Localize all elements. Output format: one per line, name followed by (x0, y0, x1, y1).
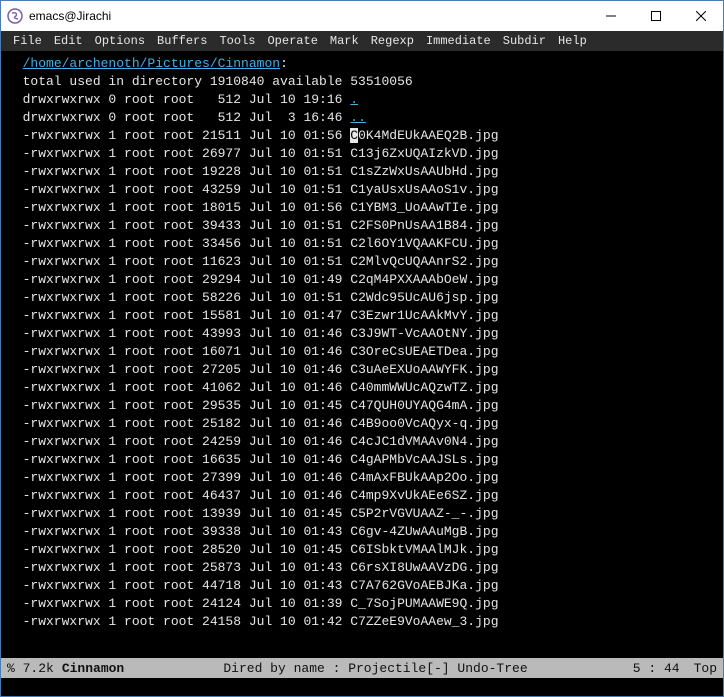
menu-file[interactable]: File (7, 33, 48, 49)
minibuffer[interactable] (1, 678, 723, 696)
menu-options[interactable]: Options (89, 33, 151, 49)
dired-file-name[interactable]: C6gv-4ZUwAAuMgB.jpg (350, 524, 498, 539)
emacs-window: emacs@Jirachi FileEditOptionsBuffersTool… (0, 0, 724, 697)
menu-mark[interactable]: Mark (324, 33, 365, 49)
dired-file-name[interactable]: C_7SojPUMAAWE9Q.jpg (350, 596, 498, 611)
dired-file-name[interactable]: C4B9oo0VcAQyx-q.jpg (350, 416, 498, 431)
dired-file-row[interactable]: -rwxrwxrwx 1 root root 21511 Jul 10 01:5… (7, 127, 717, 145)
dired-file-name[interactable]: C2MlvQcUQAAnrS2.jpg (350, 254, 498, 269)
dired-path[interactable]: /home/archenoth/Pictures/Cinnamon (23, 56, 280, 71)
maximize-button[interactable] (633, 1, 678, 31)
dired-file-row[interactable]: -rwxrwxrwx 1 root root 27399 Jul 10 01:4… (7, 469, 717, 487)
menu-tools[interactable]: Tools (213, 33, 261, 49)
menu-help[interactable]: Help (552, 33, 593, 49)
dired-file-name[interactable]: C5P2rVGVUAAZ-_-.jpg (350, 506, 498, 521)
dired-file-row[interactable]: -rwxrwxrwx 1 root root 13939 Jul 10 01:4… (7, 505, 717, 523)
menu-edit[interactable]: Edit (48, 33, 89, 49)
dired-cursor: C (350, 128, 358, 143)
dired-file-row[interactable]: -rwxrwxrwx 1 root root 24124 Jul 10 01:3… (7, 595, 717, 613)
dired-file-name[interactable]: C40mmWWUcAQzwTZ.jpg (350, 380, 498, 395)
dired-file-row[interactable]: -rwxrwxrwx 1 root root 43259 Jul 10 01:5… (7, 181, 717, 199)
dired-file-name[interactable]: C2Wdc95UcAU6jsp.jpg (350, 290, 498, 305)
dired-file-row[interactable]: -rwxrwxrwx 1 root root 16071 Jul 10 01:4… (7, 343, 717, 361)
dired-file-name[interactable]: 0K4MdEUkAAEQ2B.jpg (358, 128, 498, 143)
dired-file-name[interactable]: C6ISbktVMAAlMJk.jpg (350, 542, 498, 557)
dired-file-name[interactable]: C6rsXI8UwAAVzDG.jpg (350, 560, 498, 575)
modeline-buffer-name: Cinnamon (62, 661, 124, 676)
dired-file-row[interactable]: -rwxrwxrwx 1 root root 39338 Jul 10 01:4… (7, 523, 717, 541)
dired-file-row[interactable]: -rwxrwxrwx 1 root root 33456 Jul 10 01:5… (7, 235, 717, 253)
modeline[interactable]: % 7.2k Cinnamon Dired by name : Projecti… (1, 658, 723, 678)
dired-file-row[interactable]: -rwxrwxrwx 1 root root 18015 Jul 10 01:5… (7, 199, 717, 217)
dired-file-name[interactable]: C3OreCsUEAETDea.jpg (350, 344, 498, 359)
modeline-modes: Dired by name : Projectile[-] Undo-Tree (132, 661, 619, 676)
emacs-app-icon (7, 8, 23, 24)
dired-file-name[interactable]: C4cJC1dVMAAv0N4.jpg (350, 434, 498, 449)
dired-file-name[interactable]: C1yaUsxUsAAoS1v.jpg (350, 182, 498, 197)
dired-file-name[interactable]: C4gAPMbVcAAJSLs.jpg (350, 452, 498, 467)
minimize-button[interactable] (588, 1, 633, 31)
dired-file-name[interactable]: C3uAeEXUoAAWYFK.jpg (350, 362, 498, 377)
dired-file-row[interactable]: -rwxrwxrwx 1 root root 24259 Jul 10 01:4… (7, 433, 717, 451)
titlebar[interactable]: emacs@Jirachi (1, 1, 723, 31)
dired-file-row[interactable]: -rwxrwxrwx 1 root root 25182 Jul 10 01:4… (7, 415, 717, 433)
dired-file-name[interactable]: C1sZzWxUsAAUbHd.jpg (350, 164, 498, 179)
dired-buffer[interactable]: /home/archenoth/Pictures/Cinnamon: total… (1, 51, 723, 658)
dired-file-name[interactable]: C1YBM3_UoAAwTIe.jpg (350, 200, 498, 215)
dired-file-name[interactable]: C2qM4PXXAAAbOeW.jpg (350, 272, 498, 287)
dired-dir-row[interactable]: drwxrwxrwx 0 root root 512 Jul 10 19:16 … (7, 91, 717, 109)
dired-file-row[interactable]: -rwxrwxrwx 1 root root 26977 Jul 10 01:5… (7, 145, 717, 163)
dired-file-name[interactable]: C7A762GVoAEBJKa.jpg (350, 578, 498, 593)
modeline-position: 5 : 44 (633, 661, 680, 676)
dired-file-row[interactable]: -rwxrwxrwx 1 root root 15581 Jul 10 01:4… (7, 307, 717, 325)
menu-subdir[interactable]: Subdir (497, 33, 552, 49)
modeline-scroll: Top (694, 661, 717, 676)
dired-file-row[interactable]: -rwxrwxrwx 1 root root 41062 Jul 10 01:4… (7, 379, 717, 397)
modeline-size: % 7.2k (7, 661, 54, 676)
dired-file-name[interactable]: C4mAxFBUkAAp2Oo.jpg (350, 470, 498, 485)
dired-file-name[interactable]: C7ZZeE9VoAAew_3.jpg (350, 614, 498, 629)
dired-file-row[interactable]: -rwxrwxrwx 1 root root 43993 Jul 10 01:4… (7, 325, 717, 343)
menu-immediate[interactable]: Immediate (420, 33, 497, 49)
dired-file-row[interactable]: -rwxrwxrwx 1 root root 44718 Jul 10 01:4… (7, 577, 717, 595)
dired-file-name[interactable]: C3Ezwr1UcAAkMvY.jpg (350, 308, 498, 323)
menu-buffers[interactable]: Buffers (151, 33, 213, 49)
dired-file-row[interactable]: -rwxrwxrwx 1 root root 25873 Jul 10 01:4… (7, 559, 717, 577)
dired-file-row[interactable]: -rwxrwxrwx 1 root root 27205 Jul 10 01:4… (7, 361, 717, 379)
window-title: emacs@Jirachi (29, 9, 588, 23)
dired-file-name[interactable]: C13j6ZxUQAIzkVD.jpg (350, 146, 498, 161)
dired-total-line: total used in directory 1910840 availabl… (7, 73, 717, 91)
dired-dir-row[interactable]: drwxrwxrwx 0 root root 512 Jul 3 16:46 .… (7, 109, 717, 127)
dired-file-row[interactable]: -rwxrwxrwx 1 root root 11623 Jul 10 01:5… (7, 253, 717, 271)
dired-file-row[interactable]: -rwxrwxrwx 1 root root 29294 Jul 10 01:4… (7, 271, 717, 289)
dired-file-row[interactable]: -rwxrwxrwx 1 root root 28520 Jul 10 01:4… (7, 541, 717, 559)
dired-file-row[interactable]: -rwxrwxrwx 1 root root 29535 Jul 10 01:4… (7, 397, 717, 415)
dired-path-row: /home/archenoth/Pictures/Cinnamon: (7, 55, 717, 73)
dired-file-name[interactable]: C2l6OY1VQAAKFCU.jpg (350, 236, 498, 251)
dired-file-name[interactable]: C3J9WT-VcAAOtNY.jpg (350, 326, 498, 341)
menubar[interactable]: FileEditOptionsBuffersToolsOperateMarkRe… (1, 31, 723, 51)
dired-file-row[interactable]: -rwxrwxrwx 1 root root 19228 Jul 10 01:5… (7, 163, 717, 181)
dired-file-row[interactable]: -rwxrwxrwx 1 root root 24158 Jul 10 01:4… (7, 613, 717, 631)
menu-operate[interactable]: Operate (261, 33, 323, 49)
dired-file-row[interactable]: -rwxrwxrwx 1 root root 46437 Jul 10 01:4… (7, 487, 717, 505)
close-button[interactable] (678, 1, 723, 31)
dired-file-row[interactable]: -rwxrwxrwx 1 root root 58226 Jul 10 01:5… (7, 289, 717, 307)
dired-file-name[interactable]: C2FS0PnUsAA1B84.jpg (350, 218, 498, 233)
dired-file-name[interactable]: C47QUH0UYAQG4mA.jpg (350, 398, 498, 413)
menu-regexp[interactable]: Regexp (365, 33, 420, 49)
dired-file-row[interactable]: -rwxrwxrwx 1 root root 16635 Jul 10 01:4… (7, 451, 717, 469)
dired-file-name[interactable]: C4mp9XvUkAEe6SZ.jpg (350, 488, 498, 503)
dired-file-row[interactable]: -rwxrwxrwx 1 root root 39433 Jul 10 01:5… (7, 217, 717, 235)
